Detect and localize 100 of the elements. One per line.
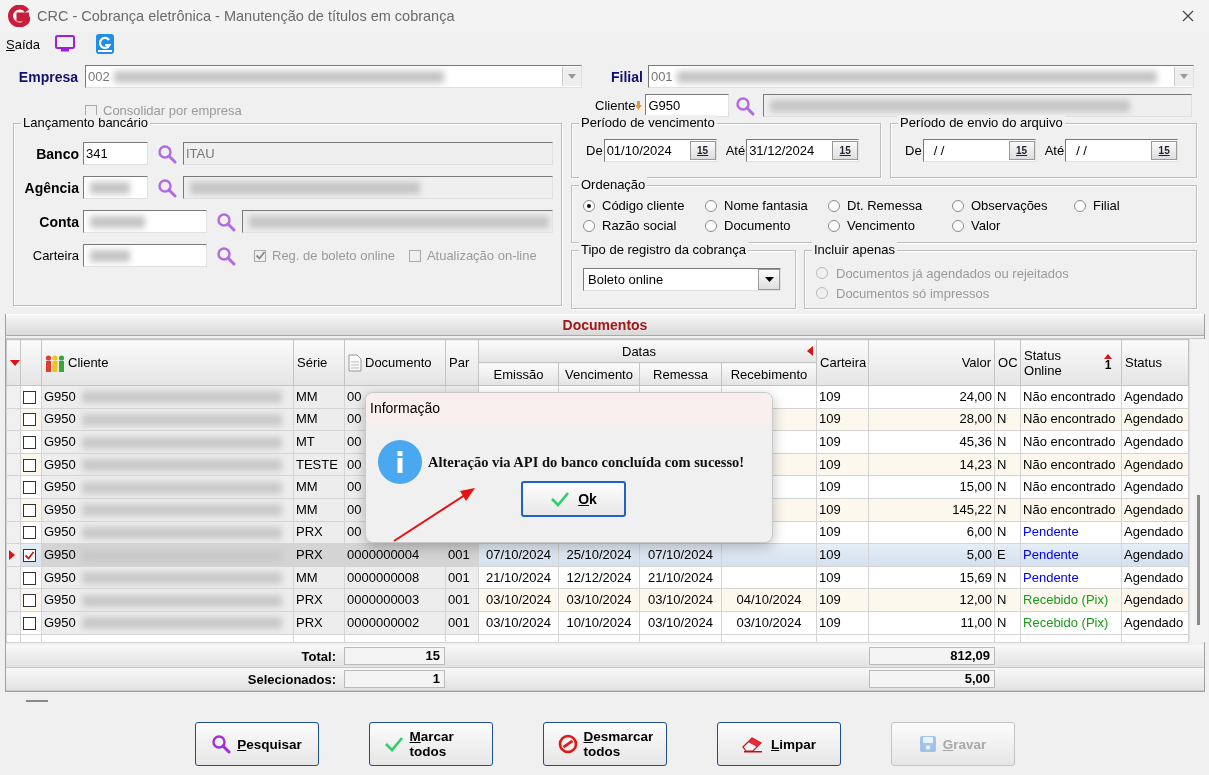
table-cell: 109 (819, 546, 841, 562)
monitor-icon[interactable] (55, 35, 75, 53)
checkbox[interactable] (23, 571, 36, 585)
radio-button[interactable] (705, 219, 717, 232)
sort-indicator[interactable]: 1 (1104, 354, 1113, 371)
column-header[interactable]: Par (445, 339, 479, 386)
code-field[interactable]: 341 (83, 142, 148, 165)
date-field[interactable]: / / 15 (922, 139, 1036, 162)
checkbox[interactable] (23, 481, 36, 495)
company-dropdown[interactable]: 002 (85, 65, 582, 88)
date-field[interactable]: 31/12/2024 15 (746, 139, 860, 162)
blurred-area (90, 215, 145, 228)
app-icon[interactable] (96, 34, 114, 54)
date-field[interactable]: 01/10/2024 15 (603, 139, 717, 162)
column-header[interactable]: Status Online 1 (1020, 339, 1122, 386)
action-button[interactable]: Limpar (716, 722, 841, 766)
type-dropdown[interactable]: Boleto online (583, 268, 781, 291)
checkbox[interactable] (23, 594, 36, 608)
radio-label: Documento (724, 218, 791, 233)
table-cell: G950 (44, 388, 76, 404)
calendar-button[interactable]: 15 (832, 141, 859, 160)
table-cell: 109 (819, 456, 841, 472)
table-row[interactable]: G950 PRX 0000000004 001 07/10/2024 25/10/2024 07/10/2024 109 5,00 E Pendente Agendado (6, 543, 1189, 567)
table-cell: Agendado (1124, 388, 1184, 404)
table-cell: 00 (347, 434, 362, 449)
action-button[interactable]: Desmarcar todos (542, 722, 667, 766)
table-cell: MM (296, 569, 318, 585)
table-row[interactable]: G950 PRX 0000000002 001 03/10/2024 10/10/2024 03/10/2024 03/10/2024 109 11,00 N Recebido (Pix) Agendado (6, 611, 1189, 635)
table-row[interactable]: G950 MM 0000000008 001 21/10/2024 12/12/2024 21/10/2024 109 15,69 N Pendente Agendado (6, 566, 1189, 589)
search-icon[interactable] (157, 177, 177, 198)
totals-value: 812,09 (869, 647, 995, 665)
table-cell: 12/12/2024 (566, 569, 632, 585)
code-field[interactable] (83, 210, 207, 233)
table-cell: 6,00 (966, 524, 993, 540)
table-cell: 03/10/2024 (485, 592, 552, 608)
radio-button[interactable] (583, 199, 595, 212)
radio-button[interactable] (705, 199, 717, 212)
group-title: Período de envio do arquivo (898, 115, 1065, 131)
search-icon[interactable] (735, 95, 756, 116)
table-cell: 0000000002 (347, 614, 420, 630)
ok-button[interactable]: Ok (521, 481, 626, 517)
checkbox[interactable] (23, 503, 36, 517)
checkbox[interactable] (23, 549, 36, 562)
calendar-button[interactable]: 15 (689, 141, 716, 160)
checkbox[interactable] (23, 436, 36, 450)
checkbox[interactable] (23, 458, 36, 472)
branch-dropdown[interactable]: 001 (647, 65, 1194, 88)
calendar-button[interactable]: 15 (1151, 141, 1178, 160)
scrollbar-thumb[interactable] (1197, 495, 1201, 625)
table-cell: G950 (44, 456, 76, 472)
code-field[interactable] (83, 244, 207, 267)
field-label: De (905, 143, 922, 158)
totals-value: 5,00 (869, 670, 995, 688)
column-header[interactable]: Carteira (816, 339, 869, 386)
radio-button[interactable] (952, 219, 964, 232)
table-cell: N (997, 592, 1007, 608)
table-cell: 03/10/2024 (647, 614, 714, 630)
table-cell: 03/10/2024 (566, 592, 632, 608)
column-header[interactable]: Valor (868, 339, 995, 386)
table-cell: 12,00 (959, 592, 993, 608)
action-button[interactable]: Marcar todos (368, 722, 493, 766)
radio-button[interactable] (828, 199, 840, 212)
dash-mark (26, 700, 48, 702)
checkbox[interactable] (23, 390, 36, 404)
radio-button[interactable] (1074, 199, 1086, 212)
action-button[interactable]: Pesquisar (194, 722, 319, 766)
checkbox[interactable] (23, 413, 36, 427)
table-cell: E (997, 546, 1006, 562)
group-title: Lançamento bancário (21, 115, 151, 131)
column-header[interactable]: OC (994, 339, 1021, 386)
table-cell: 07/10/2024 (485, 546, 552, 562)
checkbox[interactable] (23, 616, 36, 630)
search-icon[interactable] (157, 143, 177, 164)
close-icon[interactable] (1182, 10, 1194, 22)
table-cell: 00 (347, 456, 362, 472)
table-cell: PRX (296, 592, 323, 608)
column-header[interactable]: Status (1121, 339, 1189, 386)
client-code-field[interactable]: G950 (645, 94, 730, 117)
checkbox[interactable] (23, 526, 36, 540)
code-field[interactable] (83, 176, 148, 199)
table-row[interactable]: G950 PRX 0000000003 001 03/10/2024 03/10/2024 03/10/2024 04/10/2024 109 12,00 N Recebido (Pix) Agendado (6, 588, 1189, 612)
search-icon[interactable] (216, 245, 236, 266)
radio-label: Filial (1093, 198, 1120, 213)
menu-item[interactable]: Saída (6, 36, 40, 52)
column-header[interactable]: Cliente (41, 339, 294, 386)
arrow-down-icon (635, 101, 643, 110)
radio-button[interactable] (828, 219, 840, 232)
field-label: Banco (35, 145, 79, 162)
table-cell: 03/10/2024 (736, 614, 802, 630)
calendar-button[interactable]: 15 (1008, 141, 1035, 160)
table-cell: Agendado (1124, 434, 1184, 449)
radio-button[interactable] (583, 219, 595, 232)
search-icon[interactable] (216, 211, 236, 232)
blurred-area (90, 249, 130, 262)
radio-button[interactable] (952, 199, 964, 212)
column-header[interactable]: Série (293, 339, 345, 386)
column-header[interactable]: Documento (344, 339, 446, 386)
date-field[interactable]: / / 15 (1065, 139, 1179, 162)
table-cell: N (997, 501, 1007, 517)
table-cell: G950 (44, 546, 76, 562)
